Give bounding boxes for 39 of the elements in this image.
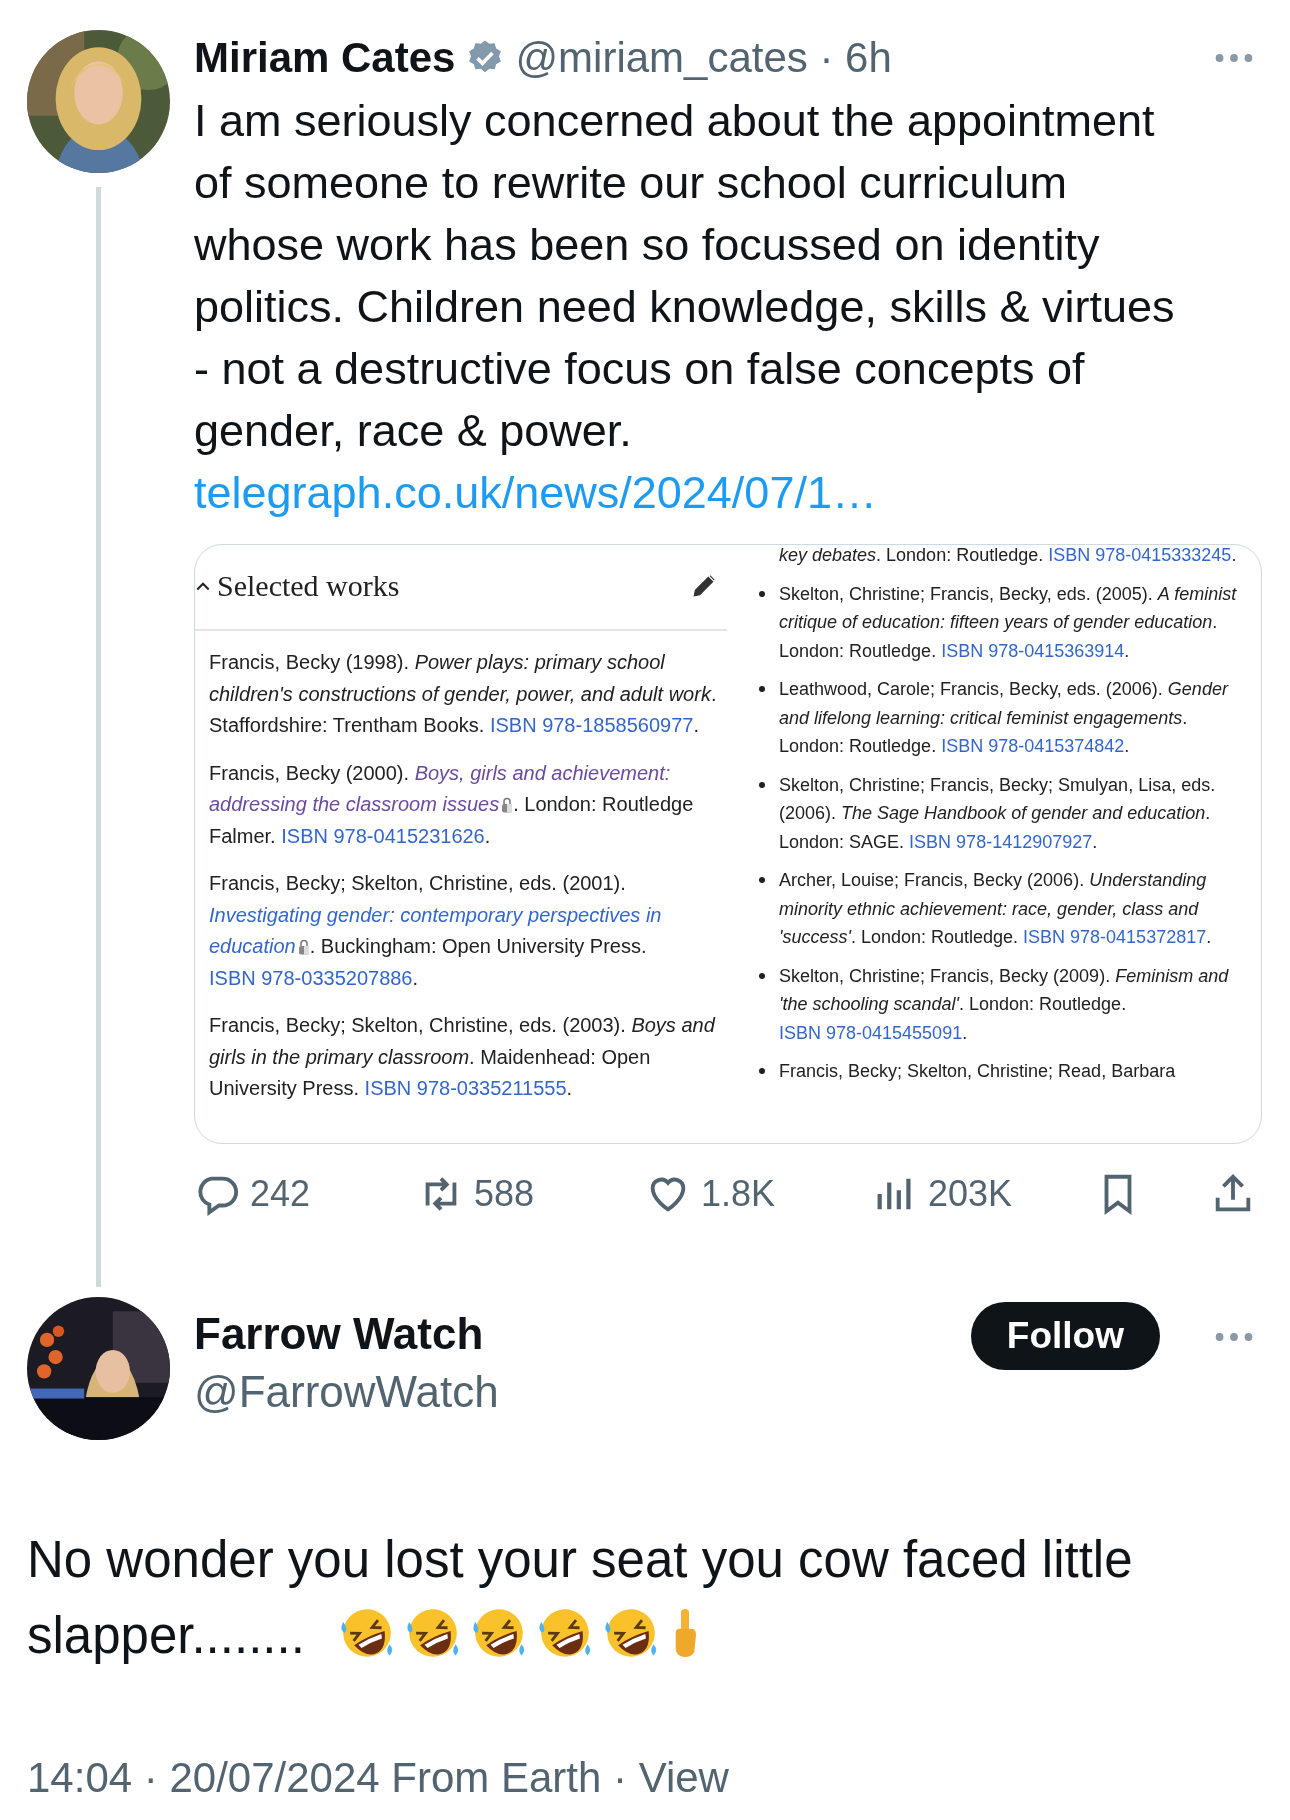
citation: Francis, Becky; Skelton, Christine, eds. (2003). Boys and girls in the primary classroom. Maidenhead: Open University Press. ISBN 978-0335211555.	[209, 1013, 717, 1101]
author-name[interactable]: Farrow Watch	[194, 1305, 499, 1363]
isbn-link[interactable]: ISBN 978-0335207886	[209, 966, 413, 989]
isbn-link[interactable]: ISBN 978-0335211555	[364, 1077, 567, 1099]
citation: Francis, Becky (1998). Power plays: primary school children's constructions of gender, power, and adult work. Staffordshire: Trentham Books. ISBN 978-1858560977.	[209, 650, 718, 738]
citation: Skelton, Christine; Francis, Becky, eds. (2005). A feminist critique of education: fifteen years of gender education. London: Routledge. ISBN 978-0415363914.	[779, 582, 1238, 663]
citation: key debates. London: Routledge. ISBN 978-0415333245.	[779, 545, 1237, 567]
timestamp[interactable]: 14:04 · 20/07/2024 From Earth · View	[27, 1754, 1262, 1802]
action-count: 203K	[928, 1173, 1013, 1215]
title-link[interactable]: education	[209, 935, 296, 957]
isbn-link[interactable]: ISBN 978-1412907927	[909, 831, 1093, 852]
isbn-link[interactable]: ISBN 978-1858560977	[489, 714, 694, 736]
isbn-link[interactable]: ISBN 978-0415363914	[941, 640, 1125, 661]
section-heading: Selected works	[217, 569, 400, 603]
citation: Leathwood, Carole; Francis, Becky, eds. (2006). Gender and lifelong learning: critical feminist engagements. London: Routledge. ISBN 978-0415374842.	[779, 678, 1230, 758]
reply-text: No wonder you lost your seat you cow faced little slapper........	[27, 1530, 1134, 1666]
isbn-link[interactable]: ISBN 978-0415455091	[779, 1022, 963, 1043]
isbn-link[interactable]: ISBN 978-0415231626	[281, 824, 485, 847]
action-count: 588	[474, 1173, 535, 1215]
author-name[interactable]: Miriam Cates	[194, 34, 456, 82]
citation: Francis, Becky (2000). Boys, girls and achievement: addressing the classroom issues . London: Routledge Falmer. ISBN 978-0415231626.	[209, 760, 695, 849]
article-link[interactable]: telegraph.co.uk/news/2024/07/1…	[194, 462, 877, 524]
isbn-link[interactable]: ISBN 978-0415372817	[1023, 927, 1207, 947]
title-link[interactable]: Investigating gender: contemporary perspectives in	[209, 903, 662, 926]
citation: Francis, Becky; Skelton, Christine; Read, Barbara	[779, 1060, 1176, 1083]
author-handle[interactable]: @FarrowWatch	[194, 1363, 499, 1421]
action-count: 242	[250, 1173, 311, 1215]
citation: Archer, Louise; Francis, Becky (2006). Understanding minority ethnic achievement: race, gender, class and 'success'. London: Routledge. ISBN 978-0415372817.	[779, 869, 1213, 949]
action-count: 1.8K	[701, 1173, 776, 1215]
citation: Francis, Becky; Skelton, Christine, eds. (2001). Investigating gender: contemporary perspectives in education . Buckingham: Open University Press. ISBN 978-0335207886.	[209, 871, 663, 991]
follow-button[interactable]: Follow	[970, 1302, 1160, 1370]
citation: Skelton, Christine; Francis, Becky (2009). Feminism and 'the schooling scandal'. London: Routledge. ISBN 978-0415455091.	[779, 964, 1230, 1045]
isbn-link[interactable]: ISBN 978-0415374842	[941, 736, 1125, 756]
citation: Skelton, Christine; Francis, Becky; Smulyan, Lisa, eds. (2006). The Sage Handbook of gender and education. London: SAGE. ISBN 978-1412907927.	[779, 773, 1217, 854]
title-link[interactable]: Boys, girls and achievement:	[414, 761, 671, 784]
handle-and-time[interactable]: @miriam_cates · 6h	[515, 34, 892, 82]
title-link[interactable]: addressing the classroom issues	[209, 793, 500, 815]
isbn-link[interactable]: ISBN 978-0415333245	[1048, 545, 1232, 565]
tweet-text: I am seriously concerned about the appointment of someone to rewrite our school curriculum whose work has been so focussed on identity politics. Children need knowledge, skills & virtues - not a destructive focus on false concepts of gender, race & power. telegraph.co.uk/news/2024/07/1…	[194, 90, 1197, 524]
